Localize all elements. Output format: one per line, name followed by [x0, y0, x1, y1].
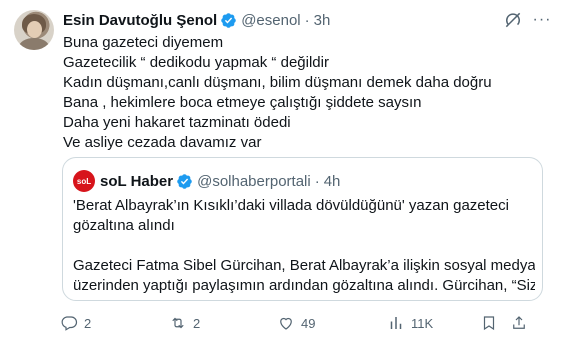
- quoted-tweet[interactable]: soL soL Haber @solhaberportali · 4h 'Ber…: [62, 157, 543, 301]
- tweet-line: Bana , hekimlere boca etmeye çalıştığı ş…: [63, 94, 422, 111]
- author-name[interactable]: Esin Davutoğlu Şenol: [63, 12, 217, 29]
- tweet-text: Buna gazeteci diyemem Gazetecilik “ dedi…: [63, 33, 543, 153]
- quoted-line: üzerinden yaptığı paylaşımın ardından gö…: [73, 277, 535, 294]
- repost-icon: [172, 317, 184, 329]
- grok-icon[interactable]: [503, 10, 523, 30]
- quoted-author-name[interactable]: soL Haber: [100, 173, 173, 190]
- reply-icon: [61, 316, 78, 331]
- tweet-line: Daha yeni hakaret tazminatı ödedi: [63, 114, 291, 131]
- separator-dot: ·: [314, 172, 320, 190]
- heart-icon: [280, 317, 292, 330]
- quoted-tweet-time: 4h: [323, 172, 341, 190]
- repost-button[interactable]: 2: [169, 312, 200, 334]
- share-icon: [513, 316, 525, 329]
- quoted-line: 'Berat Albayrak’ın Kısıklı’daki villada …: [73, 197, 509, 214]
- verified-badge-icon: [221, 12, 236, 28]
- bookmark-icon: [483, 316, 495, 331]
- bookmark-button[interactable]: [480, 312, 504, 334]
- share-button[interactable]: [510, 312, 534, 334]
- tweet-line: Gazetecilik “ dedikodu yapmak “ değildir: [63, 54, 329, 71]
- views-count: 11K: [411, 315, 434, 331]
- views-icon: [390, 317, 402, 329]
- more-options-icon[interactable]: ···: [532, 10, 552, 30]
- tweet-line: Buna gazeteci diyemem: [63, 34, 224, 51]
- quoted-line: Gazeteci Fatma Sibel Gürcihan, Berat Alb…: [73, 257, 535, 274]
- quoted-tweet-text: 'Berat Albayrak’ın Kısıklı’daki villada …: [73, 196, 535, 296]
- repost-count: 2: [193, 315, 201, 331]
- tweet-line: Kadın düşmanı,canlı düşmanı, bilim düşma…: [63, 74, 492, 91]
- views-button[interactable]: 11K: [387, 312, 433, 334]
- author-avatar[interactable]: [14, 10, 54, 50]
- quoted-author-handle: @solhaberportali: [197, 172, 311, 190]
- quoted-line: [73, 236, 535, 256]
- tweet-line: Ve asliye cezada davamız var: [63, 134, 262, 151]
- tweet-header: Esin Davutoğlu Şenol @esenol · 3h: [63, 10, 330, 30]
- verified-badge-icon: [177, 173, 192, 189]
- tweet[interactable]: Esin Davutoğlu Şenol @esenol · 3h ··· Bu…: [0, 0, 564, 348]
- quoted-line: gözaltına alındı: [73, 217, 175, 234]
- sol-haber-avatar[interactable]: soL: [73, 170, 95, 192]
- like-count: 49: [301, 315, 316, 331]
- reply-count: 2: [84, 315, 92, 331]
- reply-button[interactable]: 2: [60, 312, 91, 334]
- tweet-time[interactable]: 3h: [314, 12, 331, 29]
- separator-dot: ·: [304, 11, 310, 29]
- author-handle[interactable]: @esenol: [241, 12, 300, 29]
- tweet-actions: 2 2 49 11K: [60, 312, 550, 334]
- quoted-tweet-header: soL soL Haber @solhaberportali · 4h: [73, 170, 340, 192]
- like-button[interactable]: 49: [277, 312, 315, 334]
